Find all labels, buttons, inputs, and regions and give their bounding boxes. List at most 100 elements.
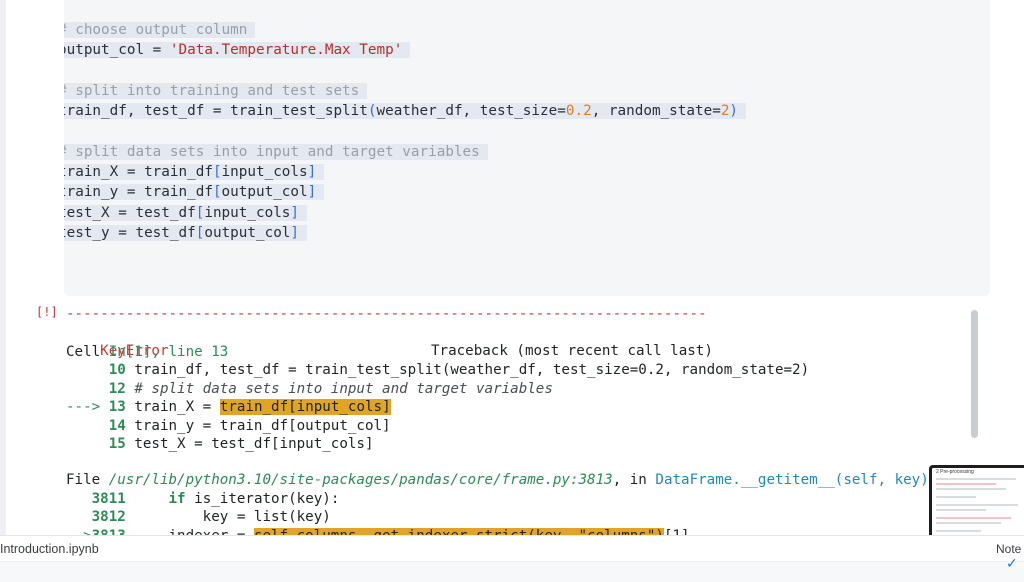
- line-arrow: [66, 381, 109, 397]
- line-arrow: ->: [66, 528, 92, 536]
- file-in: , in: [612, 472, 656, 488]
- traceback-source-line: ---> 13 train_X = train_df[input_cols]: [66, 398, 391, 416]
- code-line-text: train_y = train_df[output_col]: [64, 184, 325, 200]
- keyword: if: [168, 490, 186, 507]
- code-token: weather_df, test_size=: [376, 103, 566, 119]
- line-number: 13: [108, 399, 126, 415]
- code-token: [: [212, 164, 222, 180]
- function-name: DataFrame.__getitem__(self, key): [655, 472, 929, 488]
- bottom-toolbar: ✓: [0, 556, 1024, 582]
- code-line-text: train_df, test_df = train_test_split(wea…: [64, 103, 747, 119]
- line-arrow: [66, 436, 109, 452]
- code-comment: # split into training and test sets: [64, 83, 360, 99]
- code-line: # choose output column: [64, 20, 256, 40]
- check-icon[interactable]: ✓: [1006, 556, 1018, 572]
- code-line: test_y = test_df[output_col]: [64, 223, 308, 243]
- code-comment: # choose output column: [64, 22, 248, 38]
- code-token: input_cols: [204, 205, 291, 221]
- error-highlight: train_df[input_cols]: [219, 399, 391, 415]
- code-token: ): [729, 103, 739, 119]
- output-prompt: [!]: [36, 305, 58, 319]
- traceback-source-line: 14 train_y = train_df[output_col]: [66, 417, 391, 435]
- code-token: output_col: [221, 184, 308, 200]
- code-line: output_col = 'Data.Temperature.Max Temp': [64, 40, 411, 60]
- file-prefix: File: [66, 472, 109, 488]
- code-token: output_col =: [64, 42, 170, 58]
- frame-source-line: 3812 key = list(key): [66, 508, 331, 526]
- code-token: output_col: [204, 225, 291, 241]
- line-code: [1]: [664, 528, 690, 536]
- code-line-text: # split data sets into input and target …: [64, 144, 488, 160]
- code-line: # split data sets into input and target …: [64, 142, 488, 162]
- error-header: KeyError Traceback (most recent call last…: [66, 324, 713, 359]
- code-comment: # split data sets into input and target …: [64, 144, 480, 160]
- line-number: 10: [108, 362, 126, 378]
- line-arrow: [66, 491, 92, 507]
- output-scrollbar[interactable]: [971, 310, 978, 438]
- cell-reference: Cell In[1], line 13: [66, 343, 228, 361]
- line-number: 3811: [91, 490, 126, 507]
- code-token: 0.2: [565, 103, 592, 119]
- traceback-source-line: 12 # split data sets into input and targ…: [66, 380, 553, 398]
- code-line-text: output_col = 'Data.Temperature.Max Temp': [64, 42, 411, 58]
- code-token: , random_state=: [591, 103, 721, 119]
- line-number: 3812: [91, 509, 126, 525]
- line-code: train_df, test_df = train_test_split(wea…: [125, 362, 810, 378]
- line-code: key = list(key): [168, 509, 331, 525]
- line-code: train_y = train_df[output_col]: [125, 417, 391, 434]
- code-token: ]: [307, 184, 317, 200]
- cell-gutter: [0, 0, 6, 535]
- traceback-source-line: 15 test_X = test_df[input_cols]: [66, 435, 374, 453]
- cell-ref-link[interactable]: In[1], line 13: [109, 344, 229, 360]
- line-arrow: [66, 362, 109, 378]
- line-number: 14: [108, 417, 126, 434]
- status-bar: Introduction.ipynb Note: [0, 535, 1024, 562]
- code-token: train_df, test_df = train_test_split: [64, 103, 368, 119]
- code-line: train_df, test_df = train_test_split(wea…: [64, 101, 747, 121]
- line-number: 15: [108, 436, 126, 452]
- error-highlight: self.columns._get_indexer_strict(key, "c…: [253, 527, 664, 535]
- code-line: test_X = test_df[input_cols]: [64, 203, 308, 223]
- line-number: 12: [108, 380, 126, 397]
- code-line-text: train_X = train_df[input_cols]: [64, 164, 325, 180]
- line-arrow: [66, 418, 109, 434]
- code-token: train_y = train_df: [64, 184, 213, 200]
- file-path-link[interactable]: /usr/lib/python3.10/site-packages/pandas…: [109, 472, 613, 488]
- code-line: train_y = train_df[output_col]: [64, 182, 325, 202]
- code-line-text: # choose output column: [64, 22, 256, 38]
- code-token: test_X = test_df: [64, 205, 196, 221]
- line-code: # split data sets into input and target …: [125, 380, 553, 397]
- traceback-divider: ----------------------------------------…: [66, 306, 707, 322]
- minimap-title: 2 Pre-processing: [936, 469, 974, 475]
- code-line: # split into training and test sets: [64, 81, 368, 101]
- code-token: [: [212, 184, 222, 200]
- code-line-text: # split into training and test sets: [64, 83, 368, 99]
- code-line-text: test_y = test_df[output_col]: [64, 225, 308, 241]
- line-code: is_iterator(key):: [185, 490, 340, 507]
- code-token: train_X = train_df: [64, 164, 213, 180]
- cell-output: ----------------------------------------…: [66, 305, 966, 535]
- line-code: test_X = test_df[input_cols]: [125, 436, 374, 452]
- code-token: ]: [290, 225, 300, 241]
- line-arrow: --->: [66, 399, 109, 415]
- line-number: 3813: [92, 528, 126, 536]
- traceback-source-line: 10 train_df, test_df = train_test_split(…: [66, 361, 809, 379]
- traceback-label: Traceback (most recent call last): [431, 343, 713, 360]
- cell-ref-prefix: Cell: [66, 343, 109, 360]
- notebook-file-name[interactable]: Introduction.ipynb: [0, 542, 99, 556]
- code-line: train_X = train_df[input_cols]: [64, 162, 325, 182]
- file-reference: File /usr/lib/python3.10/site-packages/p…: [66, 471, 929, 489]
- line-code: train_X =: [125, 399, 220, 415]
- status-right-label[interactable]: Note: [996, 542, 1021, 556]
- line-arrow: [66, 509, 92, 525]
- code-token: 'Data.Temperature.Max Temp': [169, 42, 403, 58]
- code-token: test_y = test_df: [64, 225, 196, 241]
- frame-source-line: 3811 if is_iterator(key):: [66, 490, 340, 508]
- code-line-text: test_X = test_df[input_cols]: [64, 205, 308, 221]
- line-code: indexer =: [169, 528, 254, 536]
- code-token: input_cols: [221, 164, 308, 180]
- code-cell-editor[interactable]: # choose output column output_col = 'Data…: [64, 0, 990, 296]
- code-token: ]: [307, 164, 317, 180]
- frame-source-line: ->3813 indexer = self.columns._get_index…: [66, 527, 690, 536]
- code-token: ]: [290, 205, 300, 221]
